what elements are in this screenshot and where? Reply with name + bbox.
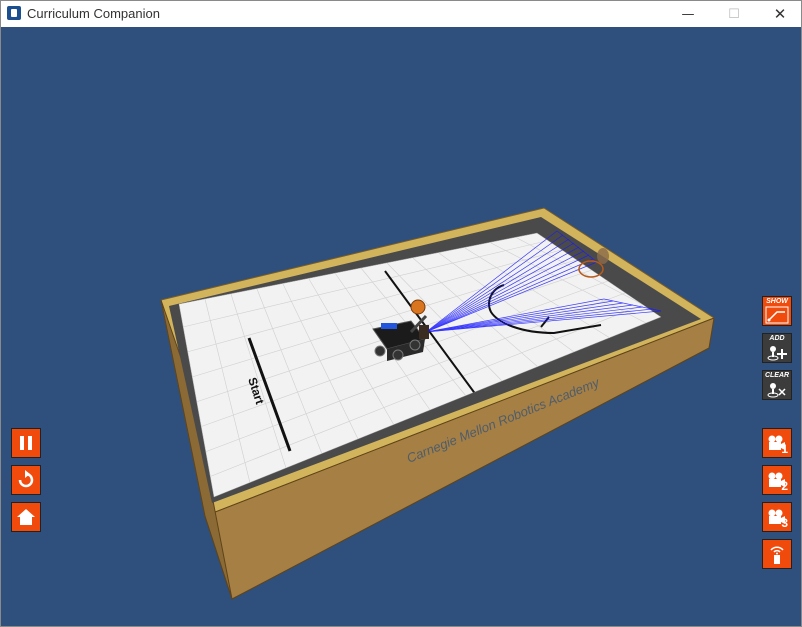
title-bar[interactable]: Curriculum Companion — ☐ ✕ — [1, 1, 801, 27]
minimize-button[interactable]: — — [665, 1, 711, 27]
add-waypoint-icon — [767, 346, 787, 361]
home-button[interactable] — [11, 502, 41, 532]
orange-ball — [410, 299, 426, 315]
show-path-icon — [765, 306, 789, 324]
home-icon — [17, 509, 35, 525]
add-waypoint-button[interactable]: ADD — [762, 333, 792, 363]
reset-button[interactable] — [11, 465, 41, 495]
remote-control-icon — [770, 546, 784, 564]
close-button[interactable]: ✕ — [757, 1, 802, 27]
show-path-label: SHOW — [766, 298, 788, 305]
camera-2-button[interactable]: 2 — [762, 465, 792, 495]
reset-icon — [18, 470, 34, 488]
camera-1-number: 1 — [781, 442, 788, 456]
simulation-viewport[interactable]: Start Carnegie Mellon Robotics Academy S… — [1, 27, 801, 626]
clear-waypoint-icon — [767, 383, 786, 398]
pause-button[interactable] — [11, 428, 41, 458]
add-waypoint-label: ADD — [769, 335, 785, 342]
clear-waypoint-button[interactable]: CLEAR — [762, 370, 792, 400]
app-logo-icon — [7, 6, 21, 20]
app-window: Curriculum Companion — ☐ ✕ Start Carnegi… — [0, 0, 802, 627]
robot-table-scene: Start Carnegie Mellon Robotics Academy — [160, 207, 716, 600]
target-post — [597, 248, 609, 264]
window-title: Curriculum Companion — [27, 6, 160, 21]
clear-waypoint-label: CLEAR — [764, 372, 790, 379]
camera-3-button[interactable]: 3 — [762, 502, 792, 532]
pause-icon — [20, 436, 32, 450]
camera-3-number: 3 — [781, 516, 788, 530]
camera-2-number: 2 — [781, 479, 788, 493]
camera-1-button[interactable]: 1 — [762, 428, 792, 458]
maximize-button[interactable]: ☐ — [711, 1, 757, 27]
show-path-button[interactable]: SHOW — [762, 296, 792, 326]
remote-control-button[interactable] — [762, 539, 792, 569]
